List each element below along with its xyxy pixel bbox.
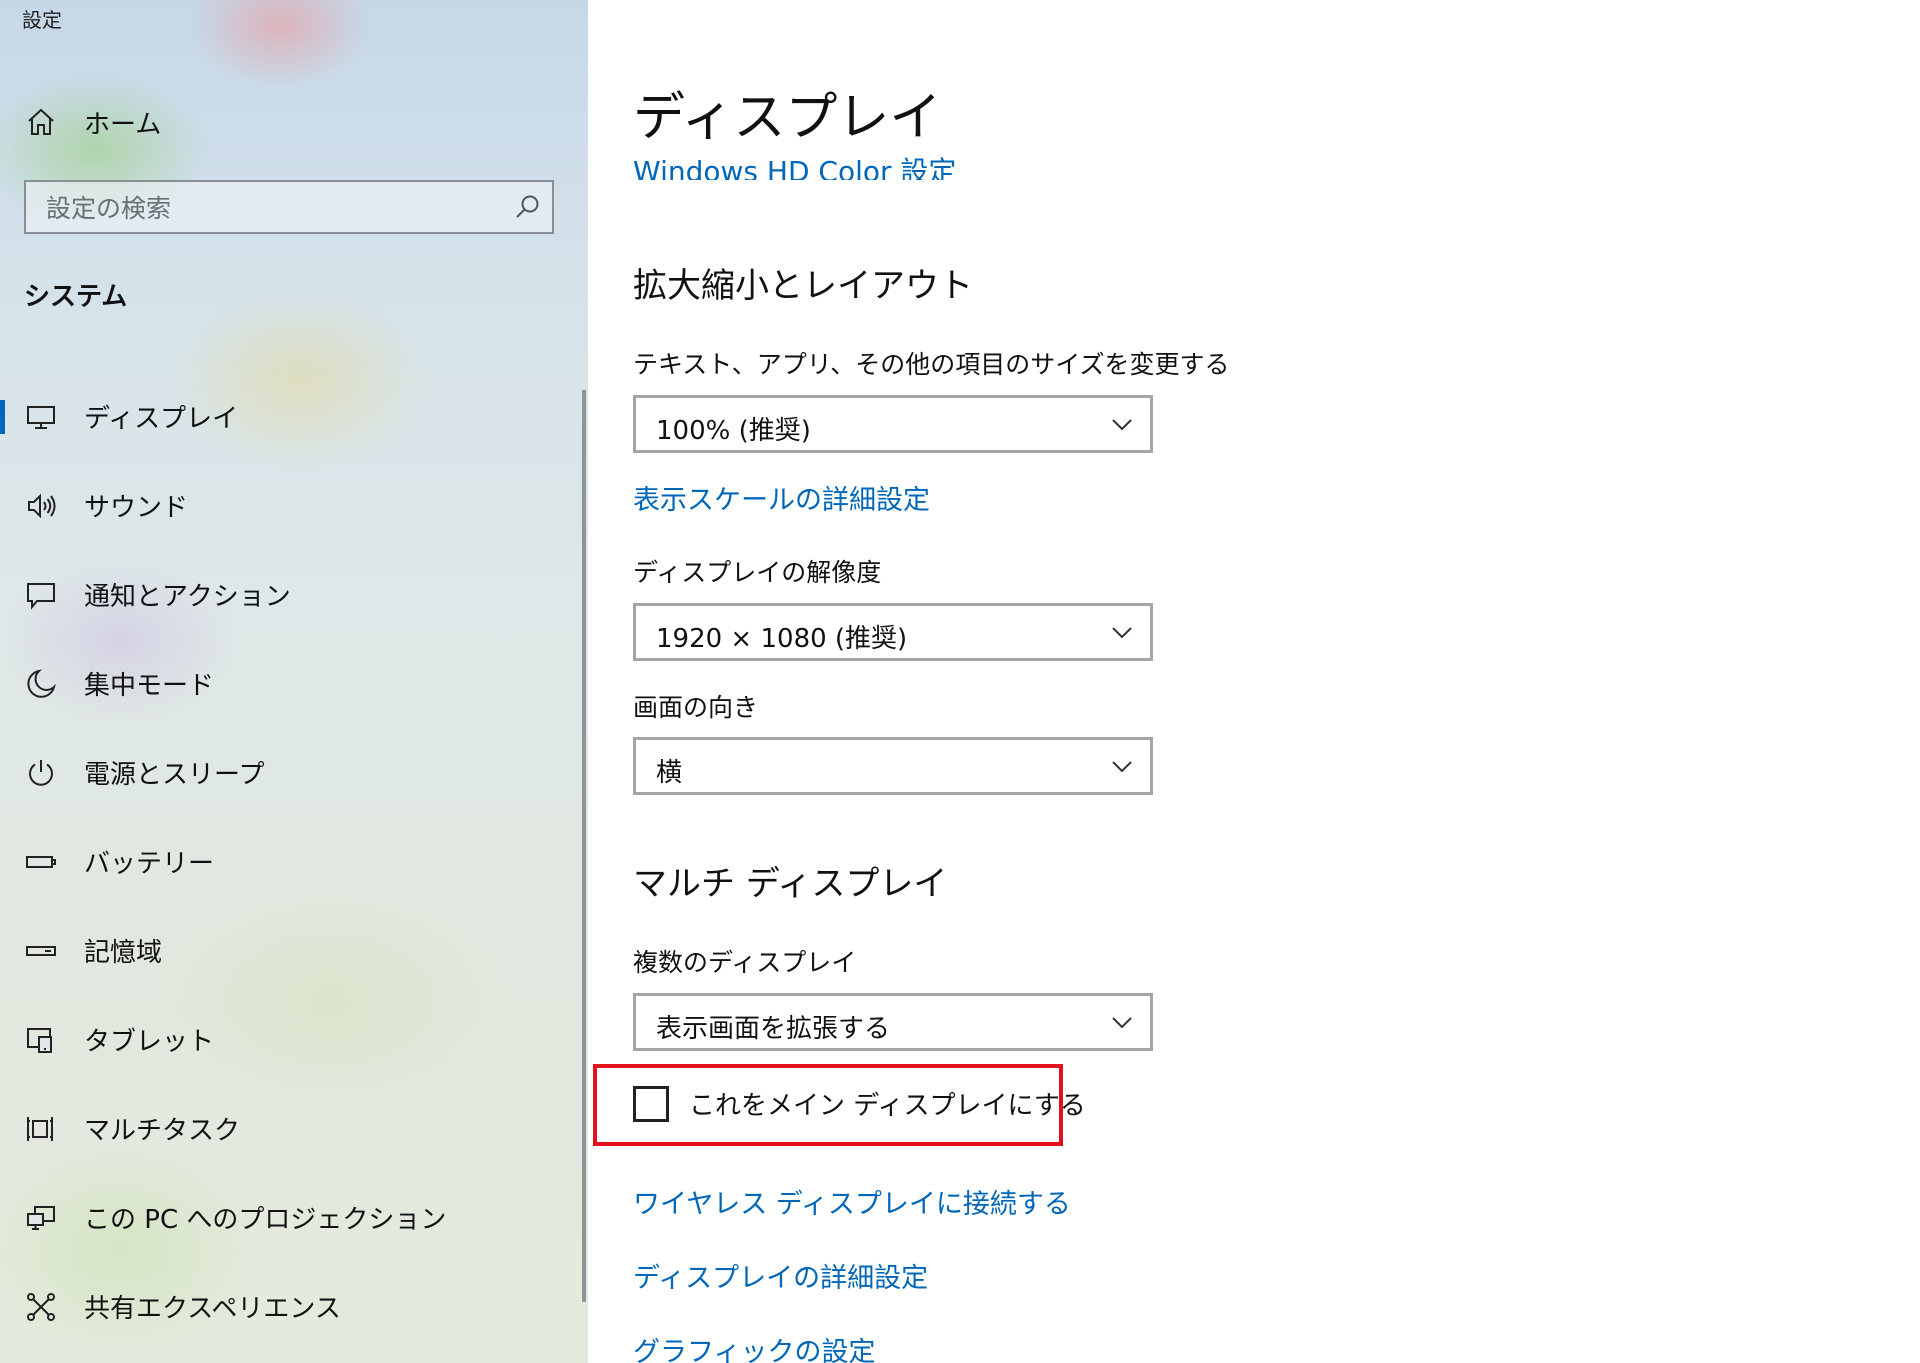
speaker-icon bbox=[24, 489, 58, 523]
main-content: Windows HD Color 設定 ディスプレイ 拡大縮小とレイアウト テキ… bbox=[588, 0, 1920, 1363]
multi-display-heading: マルチ ディスプレイ bbox=[633, 864, 948, 904]
multi-display-label: 複数のディスプレイ bbox=[633, 948, 857, 977]
shared-experience-icon bbox=[24, 1290, 58, 1324]
sidebar-item-power[interactable]: 電源とスリープ bbox=[0, 728, 580, 817]
nav-home-label: ホーム bbox=[84, 109, 162, 140]
resolution-dropdown-value: 1920 × 1080 (推奨) bbox=[656, 624, 908, 654]
page-title: ディスプレイ bbox=[633, 84, 942, 152]
multitask-icon bbox=[24, 1112, 58, 1146]
moon-icon bbox=[24, 667, 58, 701]
power-icon bbox=[24, 756, 58, 790]
resolution-dropdown[interactable]: 1920 × 1080 (推奨) bbox=[633, 603, 1153, 661]
sidebar-item-tablet[interactable]: タブレット bbox=[0, 995, 580, 1084]
wireless-display-link[interactable]: ワイヤレス ディスプレイに接続する bbox=[633, 1182, 1071, 1221]
sidebar-item-sound[interactable]: サウンド bbox=[0, 461, 580, 550]
sidebar-item-label: マルチタスク bbox=[84, 1116, 241, 1146]
advanced-display-link[interactable]: ディスプレイの詳細設定 bbox=[633, 1256, 928, 1295]
scale-advanced-link[interactable]: 表示スケールの詳細設定 bbox=[633, 478, 930, 517]
sidebar-item-display[interactable]: ディスプレイ bbox=[0, 372, 580, 461]
sidebar-item-label: ディスプレイ bbox=[84, 404, 239, 434]
sidebar-item-shared-experiences[interactable]: 共有エクスペリエンス bbox=[0, 1262, 580, 1351]
sidebar-item-focus[interactable]: 集中モード bbox=[0, 639, 580, 728]
sidebar: 設定 ホーム システム bbox=[0, 0, 588, 1363]
sidebar-item-battery[interactable]: バッテリー bbox=[0, 817, 580, 906]
graphics-settings-link[interactable]: グラフィックの設定 bbox=[633, 1330, 875, 1363]
sidebar-item-label: バッテリー bbox=[84, 849, 215, 879]
section-heading: システム bbox=[24, 282, 128, 312]
sidebar-item-storage[interactable]: 記憶域 bbox=[0, 906, 580, 995]
sidebar-item-label: 共有エクスペリエンス bbox=[84, 1294, 341, 1324]
settings-window: 設定 ホーム システム bbox=[0, 0, 1920, 1363]
message-icon bbox=[24, 578, 58, 612]
sidebar-item-projection[interactable]: この PC へのプロジェクション bbox=[0, 1173, 580, 1262]
multi-display-dropdown-value: 表示画面を拡張する bbox=[656, 1014, 891, 1044]
sidebar-item-label: この PC へのプロジェクション bbox=[84, 1205, 447, 1235]
battery-icon bbox=[24, 845, 58, 879]
orientation-dropdown[interactable]: 横 bbox=[633, 737, 1153, 795]
orientation-dropdown-value: 横 bbox=[656, 758, 683, 788]
tablet-icon bbox=[24, 1023, 58, 1057]
orientation-label: 画面の向き bbox=[633, 693, 759, 722]
monitor-icon bbox=[24, 400, 58, 434]
sidebar-item-multitask[interactable]: マルチタスク bbox=[0, 1084, 580, 1173]
chevron-down-icon bbox=[1110, 414, 1134, 434]
app-title: 設定 bbox=[22, 8, 62, 32]
home-icon bbox=[24, 105, 58, 139]
chevron-down-icon bbox=[1110, 622, 1134, 642]
resolution-label: ディスプレイの解像度 bbox=[633, 558, 882, 587]
search-icon[interactable] bbox=[512, 192, 542, 222]
main-display-checkbox-row[interactable]: これをメイン ディスプレイにする bbox=[633, 1085, 1086, 1122]
size-dropdown[interactable]: 100% (推奨) bbox=[633, 395, 1153, 453]
chevron-down-icon bbox=[1110, 1012, 1134, 1032]
sidebar-item-label: 記憶域 bbox=[84, 938, 163, 968]
sidebar-item-label: 通知とアクション bbox=[84, 582, 291, 612]
hd-color-link[interactable]: Windows HD Color 設定 bbox=[633, 150, 956, 180]
storage-icon bbox=[24, 934, 58, 968]
search-box[interactable] bbox=[24, 180, 554, 234]
sidebar-scrollbar[interactable] bbox=[582, 390, 586, 1302]
size-dropdown-value: 100% (推奨) bbox=[656, 416, 811, 446]
sidebar-item-notifications[interactable]: 通知とアクション bbox=[0, 550, 580, 639]
sidebar-item-label: 集中モード bbox=[84, 671, 215, 701]
search-input[interactable] bbox=[44, 182, 508, 234]
nav-home[interactable]: ホーム bbox=[0, 96, 560, 148]
chevron-down-icon bbox=[1110, 756, 1134, 776]
sidebar-item-label: サウンド bbox=[84, 493, 189, 523]
size-label: テキスト、アプリ、その他の項目のサイズを変更する bbox=[633, 350, 1230, 379]
projection-icon bbox=[24, 1201, 58, 1235]
multi-display-dropdown[interactable]: 表示画面を拡張する bbox=[633, 993, 1153, 1051]
main-display-checkbox[interactable] bbox=[633, 1085, 669, 1122]
nav-list: ディスプレイ サウンド 通知とアクション 集中モード 電源とスリープ バッテリー… bbox=[0, 372, 580, 1351]
main-display-checkbox-label: これをメイン ディスプレイにする bbox=[689, 1091, 1086, 1121]
scale-layout-heading: 拡大縮小とレイアウト bbox=[633, 266, 973, 306]
sidebar-item-label: タブレット bbox=[84, 1027, 215, 1057]
sidebar-item-label: 電源とスリープ bbox=[84, 760, 265, 790]
